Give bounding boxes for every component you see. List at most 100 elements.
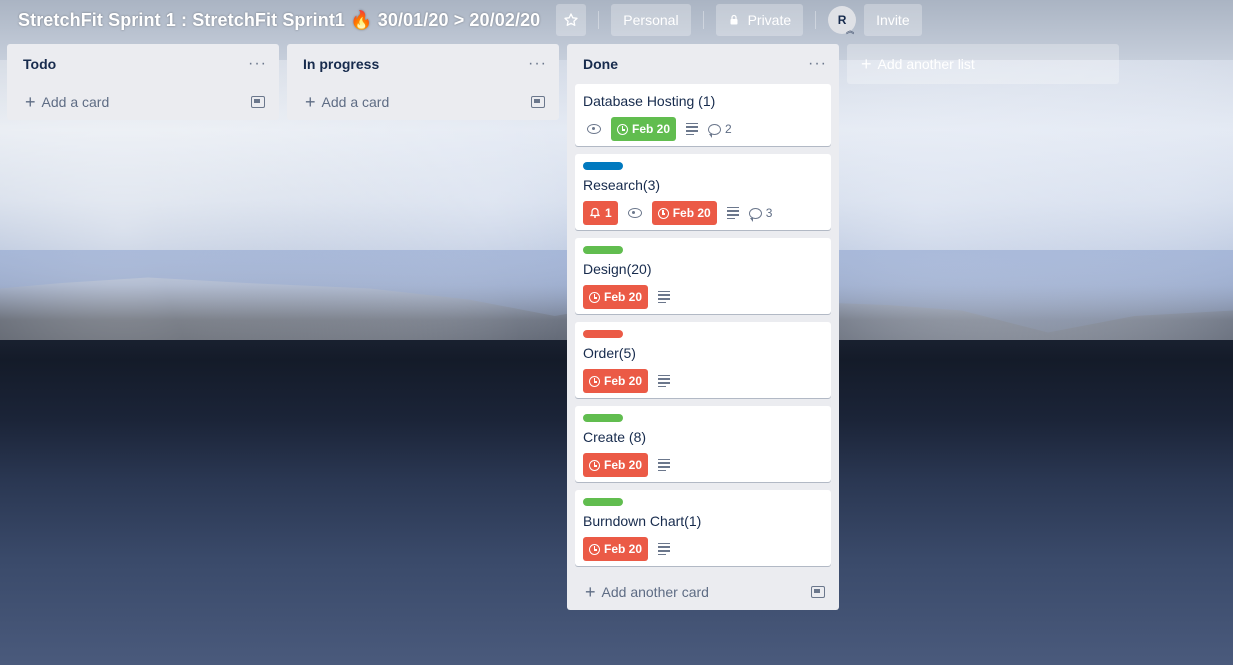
due-date-text: Feb 20 — [604, 458, 643, 472]
card-title: Order(5) — [583, 345, 636, 361]
due-date-badge[interactable]: Feb 20 — [583, 453, 649, 477]
plus-icon: + — [585, 582, 596, 602]
comment-badge: 3 — [748, 206, 773, 222]
clock-icon — [657, 207, 669, 219]
card-badges: Feb 20 — [583, 284, 823, 310]
team-visibility-button[interactable]: Personal — [611, 4, 691, 36]
add-another-card-button[interactable]: + Add another card — [585, 583, 709, 601]
clock-icon — [589, 543, 600, 555]
card-title: Database Hosting (1) — [583, 93, 716, 109]
card-list: Database Hosting (1) Feb 20 2 Research(3… — [567, 84, 839, 566]
more-horizontal-icon[interactable]: ··· — [808, 56, 827, 72]
more-horizontal-icon[interactable]: ··· — [528, 56, 547, 72]
add-card-button[interactable]: + Add a card — [305, 93, 389, 111]
clock-icon — [589, 375, 600, 387]
list-todo: Todo ··· + Add a card — [7, 44, 279, 120]
clock-icon — [589, 459, 600, 471]
card-label[interactable] — [583, 330, 623, 338]
star-icon — [564, 13, 578, 26]
card[interactable]: Design(20) Feb 20 — [575, 238, 831, 314]
comment-badge: 2 — [708, 122, 732, 138]
due-date-badge[interactable]: Feb 20 — [611, 117, 677, 141]
due-date-badge[interactable]: Feb 20 — [651, 201, 717, 225]
due-date-badge[interactable]: Feb 20 — [583, 285, 649, 309]
list-header: Todo ··· — [7, 44, 279, 84]
bell-icon — [589, 207, 601, 218]
clock-icon — [617, 123, 628, 135]
card-label[interactable] — [583, 162, 623, 170]
add-card-row: + Add a card — [7, 84, 279, 120]
add-another-list-button[interactable]: + Add another list — [847, 44, 1119, 84]
description-icon — [658, 458, 671, 472]
invite-button[interactable]: Invite — [864, 4, 922, 36]
card-template-icon[interactable] — [531, 96, 545, 108]
add-card-label: Add another card — [601, 584, 709, 600]
due-date-text: Feb 20 — [632, 122, 671, 136]
description-icon — [658, 542, 671, 556]
add-card-button[interactable]: + Add a card — [25, 93, 109, 111]
board-title[interactable]: StretchFit Sprint 1 : StretchFit Sprint1… — [18, 10, 540, 31]
list-title[interactable]: In progress — [303, 56, 379, 72]
plus-icon: + — [305, 92, 316, 112]
board-header: StretchFit Sprint 1 : StretchFit Sprint1… — [0, 0, 1233, 40]
card-title: Design(20) — [583, 261, 652, 277]
header-divider — [815, 11, 817, 29]
header-divider — [598, 11, 600, 29]
add-card-row: + Add another card — [567, 574, 839, 610]
card[interactable]: Create (8) Feb 20 — [575, 406, 831, 482]
card[interactable]: Order(5) Feb 20 — [575, 322, 831, 398]
star-board-button[interactable] — [556, 4, 587, 36]
admin-chevron-icon: ︽ — [846, 26, 855, 35]
card-badges: Feb 20 — [583, 368, 823, 394]
description-icon — [686, 122, 699, 136]
lock-icon — [730, 14, 738, 25]
card[interactable]: Database Hosting (1) Feb 20 2 — [575, 84, 831, 146]
more-horizontal-icon[interactable]: ··· — [248, 56, 267, 72]
notification-count: 1 — [605, 206, 612, 220]
list-in-progress: In progress ··· + Add a card — [287, 44, 559, 120]
comment-count: 3 — [765, 206, 773, 220]
privacy-button[interactable]: Private — [715, 4, 804, 36]
card[interactable]: Research(3) 1 Feb 20 3 — [575, 154, 831, 230]
due-date-badge[interactable]: Feb 20 — [583, 369, 649, 393]
list-header: Done ··· — [567, 44, 839, 84]
card-title: Burndown Chart(1) — [583, 513, 702, 529]
comment-icon — [708, 123, 722, 138]
comment-icon — [748, 207, 762, 222]
comment-count: 2 — [725, 122, 732, 136]
add-card-row: + Add a card — [287, 84, 559, 120]
add-card-label: Add a card — [321, 94, 390, 110]
list-title[interactable]: Todo — [23, 56, 56, 72]
due-date-text: Feb 20 — [604, 374, 643, 388]
eye-icon — [587, 124, 601, 134]
card-template-icon[interactable] — [811, 586, 825, 598]
list-header: In progress ··· — [287, 44, 559, 84]
list-title[interactable]: Done — [583, 56, 618, 72]
privacy-label: Private — [747, 12, 792, 28]
card-badges: Feb 20 — [583, 536, 823, 562]
card-label[interactable] — [583, 414, 623, 422]
card[interactable]: Burndown Chart(1) Feb 20 — [575, 490, 831, 566]
card-title: Create (8) — [583, 429, 647, 445]
card-template-icon[interactable] — [251, 96, 265, 108]
card-title: Research(3) — [583, 177, 661, 193]
description-icon — [658, 374, 671, 388]
eye-icon — [627, 208, 642, 218]
card-label[interactable] — [583, 498, 623, 506]
description-icon — [658, 290, 671, 304]
due-date-text: Feb 20 — [672, 206, 711, 220]
due-date-text: Feb 20 — [604, 542, 643, 556]
plus-icon: + — [861, 54, 872, 74]
plus-icon: + — [25, 92, 36, 112]
due-date-badge[interactable]: Feb 20 — [583, 537, 649, 561]
add-card-label: Add a card — [41, 94, 110, 110]
header-divider — [702, 11, 704, 29]
card-label[interactable] — [583, 246, 623, 254]
card-badges: Feb 20 — [583, 452, 823, 478]
card-badges: 1 Feb 20 3 — [583, 200, 823, 226]
add-list-label: Add another list — [877, 56, 975, 72]
list-done: Done ··· Database Hosting (1) Feb 20 2 R… — [567, 44, 839, 610]
clock-icon — [589, 291, 600, 303]
member-avatar[interactable]: R ︽ — [828, 6, 857, 35]
notification-badge: 1 — [583, 201, 618, 225]
